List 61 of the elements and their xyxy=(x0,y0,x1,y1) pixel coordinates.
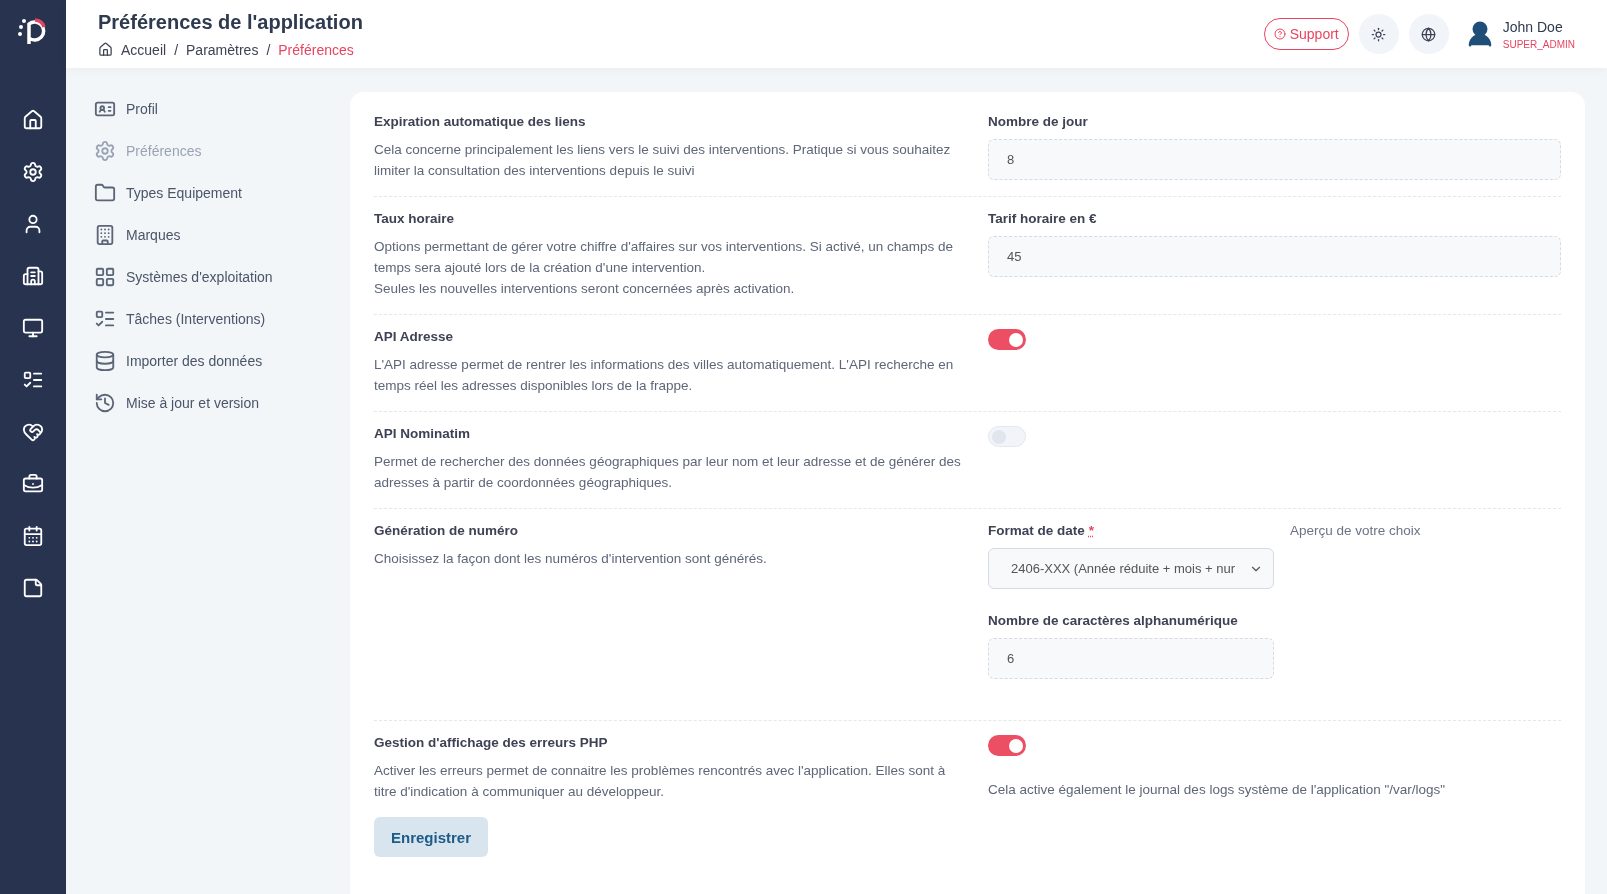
settings-icon[interactable] xyxy=(21,160,45,184)
section-title: API Nominatim xyxy=(374,426,471,441)
user-name: John Doe xyxy=(1502,18,1564,35)
help-icon xyxy=(1273,28,1286,40)
input-field[interactable]: 6 xyxy=(988,638,1274,679)
theme-toggle-button[interactable] xyxy=(1358,14,1399,54)
menu-item[interactable]: Profil xyxy=(94,98,324,120)
section-description: Cela concerne principalement les liens vers le suivi des interventions. Pratique si vous souhaitez limiter la consultation des interventions depuis le suivi xyxy=(374,141,952,180)
home-icon xyxy=(98,42,113,57)
breadcrumb-link[interactable]: Paramètres xyxy=(186,41,259,58)
section-title: Gestion d'affichage des erreurs PHP xyxy=(374,735,609,750)
section-description: Permet de rechercher des données géographiques par leur nom et leur adresse et de générer des adresses à partir de coordonnées géographiques. xyxy=(374,453,962,492)
language-button[interactable] xyxy=(1408,14,1449,54)
section-description: L'API adresse permet de rentrer les informations des villes automatiquement. L'API recherche en temps réel les adresses disponibles lors de la frappe. xyxy=(374,356,955,395)
menu-item[interactable]: Systèmes d'exploitation xyxy=(94,266,324,288)
menu-item[interactable]: Marques xyxy=(94,224,324,246)
toggle-switch[interactable] xyxy=(988,735,1026,756)
section-title: Expiration automatique des liens xyxy=(374,114,587,129)
field-label: Nombre de jour xyxy=(988,114,1089,129)
page-title: Préférences de l'application xyxy=(98,10,364,34)
breadcrumb-separator: / xyxy=(266,41,271,58)
section-description: Choisissez la façon dont les numéros d'intervention sont générés. xyxy=(374,550,768,568)
save-button[interactable]: Enregistrer xyxy=(374,817,489,857)
field-label: Nombre de caractères alphanumérique xyxy=(988,613,1239,628)
support-button[interactable]: Support xyxy=(1263,18,1349,50)
building-icon xyxy=(94,224,116,246)
breadcrumb-link[interactable]: Accueil xyxy=(121,41,167,58)
note-icon[interactable] xyxy=(21,576,45,600)
breadcrumb-separator: / xyxy=(174,41,179,58)
menu-item[interactable]: Types Equipement xyxy=(94,182,324,204)
toggle-switch[interactable] xyxy=(988,329,1026,350)
sun-icon xyxy=(1371,26,1387,42)
building-icon[interactable] xyxy=(21,264,45,288)
field-label: Format de date * xyxy=(988,523,1096,538)
section-description: Seules les nouvelles interventions seront concernées après activation. xyxy=(374,280,796,298)
breadcrumb-link[interactable]: Préférences xyxy=(278,41,354,58)
menu-item[interactable]: Tâches (Interventions) xyxy=(94,308,324,330)
monitor-icon[interactable] xyxy=(21,316,45,340)
user-role: SUPER_ADMIN xyxy=(1502,38,1575,50)
input-field[interactable]: 8 xyxy=(988,139,1561,180)
input-field[interactable]: 45 xyxy=(988,236,1561,277)
section-title: Taux horaire xyxy=(374,211,456,226)
globe-icon xyxy=(1421,26,1437,42)
calendar-icon[interactable] xyxy=(21,524,45,548)
section-title: Génération de numéro xyxy=(374,523,520,538)
menu-item[interactable]: Mise à jour et version xyxy=(94,392,324,414)
grid-icon xyxy=(94,266,116,288)
section-description: Options permettant de gérer votre chiffre d'affaires sur vos interventions. Si activé, un champs de temps sera ajouté lors de la création d'une intervention. xyxy=(374,238,955,277)
preview-label: Aperçu de votre choix xyxy=(1290,523,1421,540)
database-icon xyxy=(94,350,116,372)
folder-icon xyxy=(94,182,116,204)
section-title: API Adresse xyxy=(374,329,455,344)
toggle-switch[interactable] xyxy=(988,426,1026,447)
note-text: Cela active également le journal des logs système de l'application "/var/logs" xyxy=(988,782,1447,797)
field-label: Tarif horaire en € xyxy=(988,211,1098,226)
history-icon xyxy=(94,392,116,414)
section-description: Activer les erreurs permet de connaitre les problèmes rencontrés avec l'application. Elles sont à titre d'indication à communiquer au développeur. xyxy=(374,762,947,801)
gear-icon xyxy=(94,140,116,162)
home-icon[interactable] xyxy=(21,108,45,132)
menu-item[interactable]: Importer des données xyxy=(94,350,324,372)
select-field[interactable]: 2406-XXX (Année réduite + mois + nur xyxy=(988,548,1274,589)
